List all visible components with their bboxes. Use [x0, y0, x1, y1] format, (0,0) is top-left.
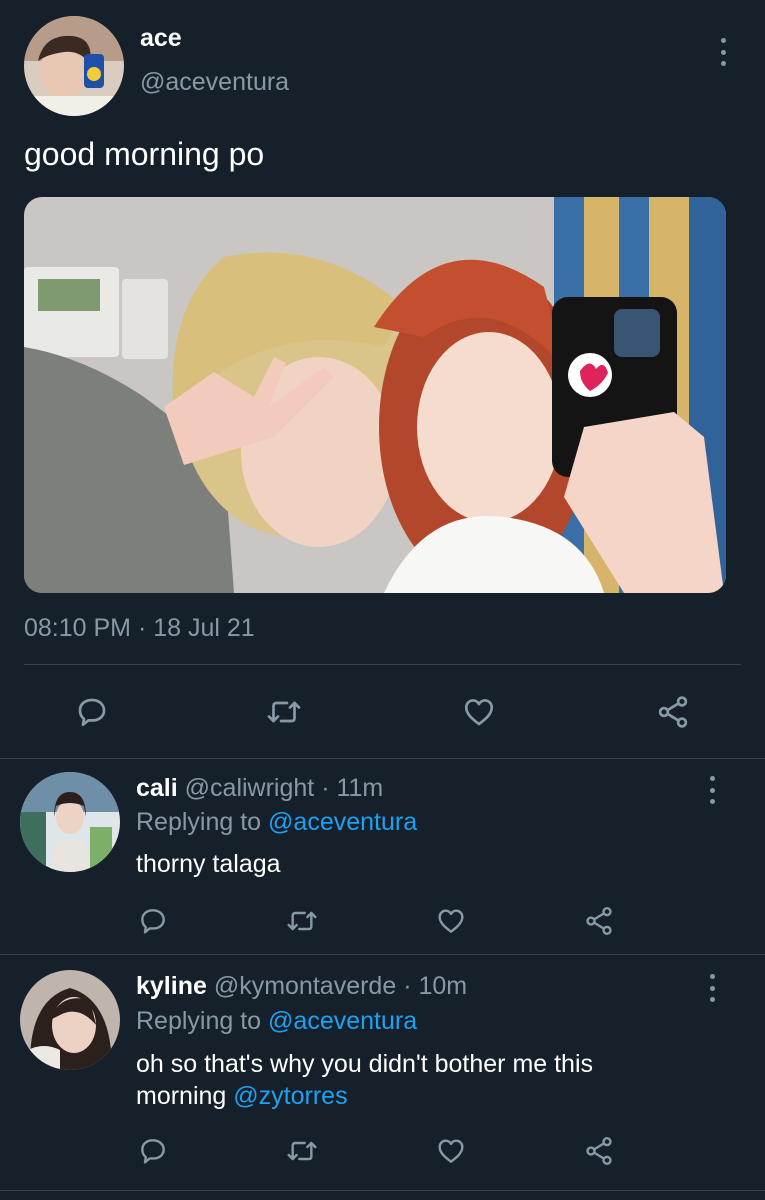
reply-handle[interactable]: @kymontaverde: [214, 972, 396, 1000]
replying-to-mention[interactable]: @aceventura: [268, 808, 417, 836]
reply-text-word: morning: [136, 1082, 227, 1110]
author-display-name[interactable]: ace: [140, 24, 182, 53]
replying-to-mention[interactable]: @aceventura: [268, 1007, 417, 1035]
tweet-text: good morning po: [24, 136, 265, 172]
reply-header: cali @caliwright · 11m: [136, 774, 383, 803]
share-icon[interactable]: [582, 1135, 616, 1167]
section-divider: [0, 758, 765, 759]
replying-to-label: Replying to: [136, 1007, 262, 1035]
reply-text: oh so that's why you didn't bother me th…: [136, 1048, 736, 1112]
retweet-icon[interactable]: [264, 694, 304, 730]
like-icon[interactable]: [434, 905, 468, 937]
reply-text-line: oh so that's why you didn't bother me th…: [136, 1050, 594, 1078]
section-divider: [0, 1190, 765, 1191]
comment-icon[interactable]: [137, 1135, 169, 1167]
author-avatar[interactable]: [24, 16, 124, 116]
reply-mention[interactable]: @zytorres: [233, 1082, 347, 1110]
retweet-icon[interactable]: [284, 1135, 320, 1167]
reply-handle[interactable]: @caliwright: [185, 774, 315, 802]
retweet-icon[interactable]: [284, 905, 320, 937]
main-tweet-divider: [24, 664, 741, 665]
more-options-icon[interactable]: [720, 38, 726, 66]
reply-avatar[interactable]: [20, 970, 120, 1070]
tweet-photo[interactable]: [24, 197, 726, 593]
like-icon[interactable]: [460, 694, 498, 730]
reply-display-name[interactable]: kyline: [136, 972, 207, 1000]
share-icon[interactable]: [654, 694, 692, 730]
share-icon[interactable]: [582, 905, 616, 937]
reply-time: · 11m: [321, 774, 384, 802]
replying-to: Replying to @aceventura: [136, 1007, 417, 1036]
comment-icon[interactable]: [137, 905, 169, 937]
replying-to: Replying to @aceventura: [136, 808, 417, 837]
reply-avatar[interactable]: [20, 772, 120, 872]
tweet-timestamp[interactable]: 08:10 PM · 18 Jul 21: [24, 614, 255, 643]
comment-icon[interactable]: [74, 694, 110, 730]
more-options-icon[interactable]: [709, 974, 715, 1002]
reply-text: thorny talaga: [136, 850, 281, 878]
reply-header: kyline @kymontaverde · 10m: [136, 972, 467, 1001]
replying-to-label: Replying to: [136, 808, 262, 836]
more-options-icon[interactable]: [709, 776, 715, 804]
reply-time: · 10m: [403, 972, 468, 1000]
author-handle[interactable]: @aceventura: [140, 68, 289, 97]
reply-text-line: morning @zytorres: [136, 1080, 736, 1112]
like-icon[interactable]: [434, 1135, 468, 1167]
section-divider: [0, 954, 765, 955]
reply-display-name[interactable]: cali: [136, 774, 178, 802]
